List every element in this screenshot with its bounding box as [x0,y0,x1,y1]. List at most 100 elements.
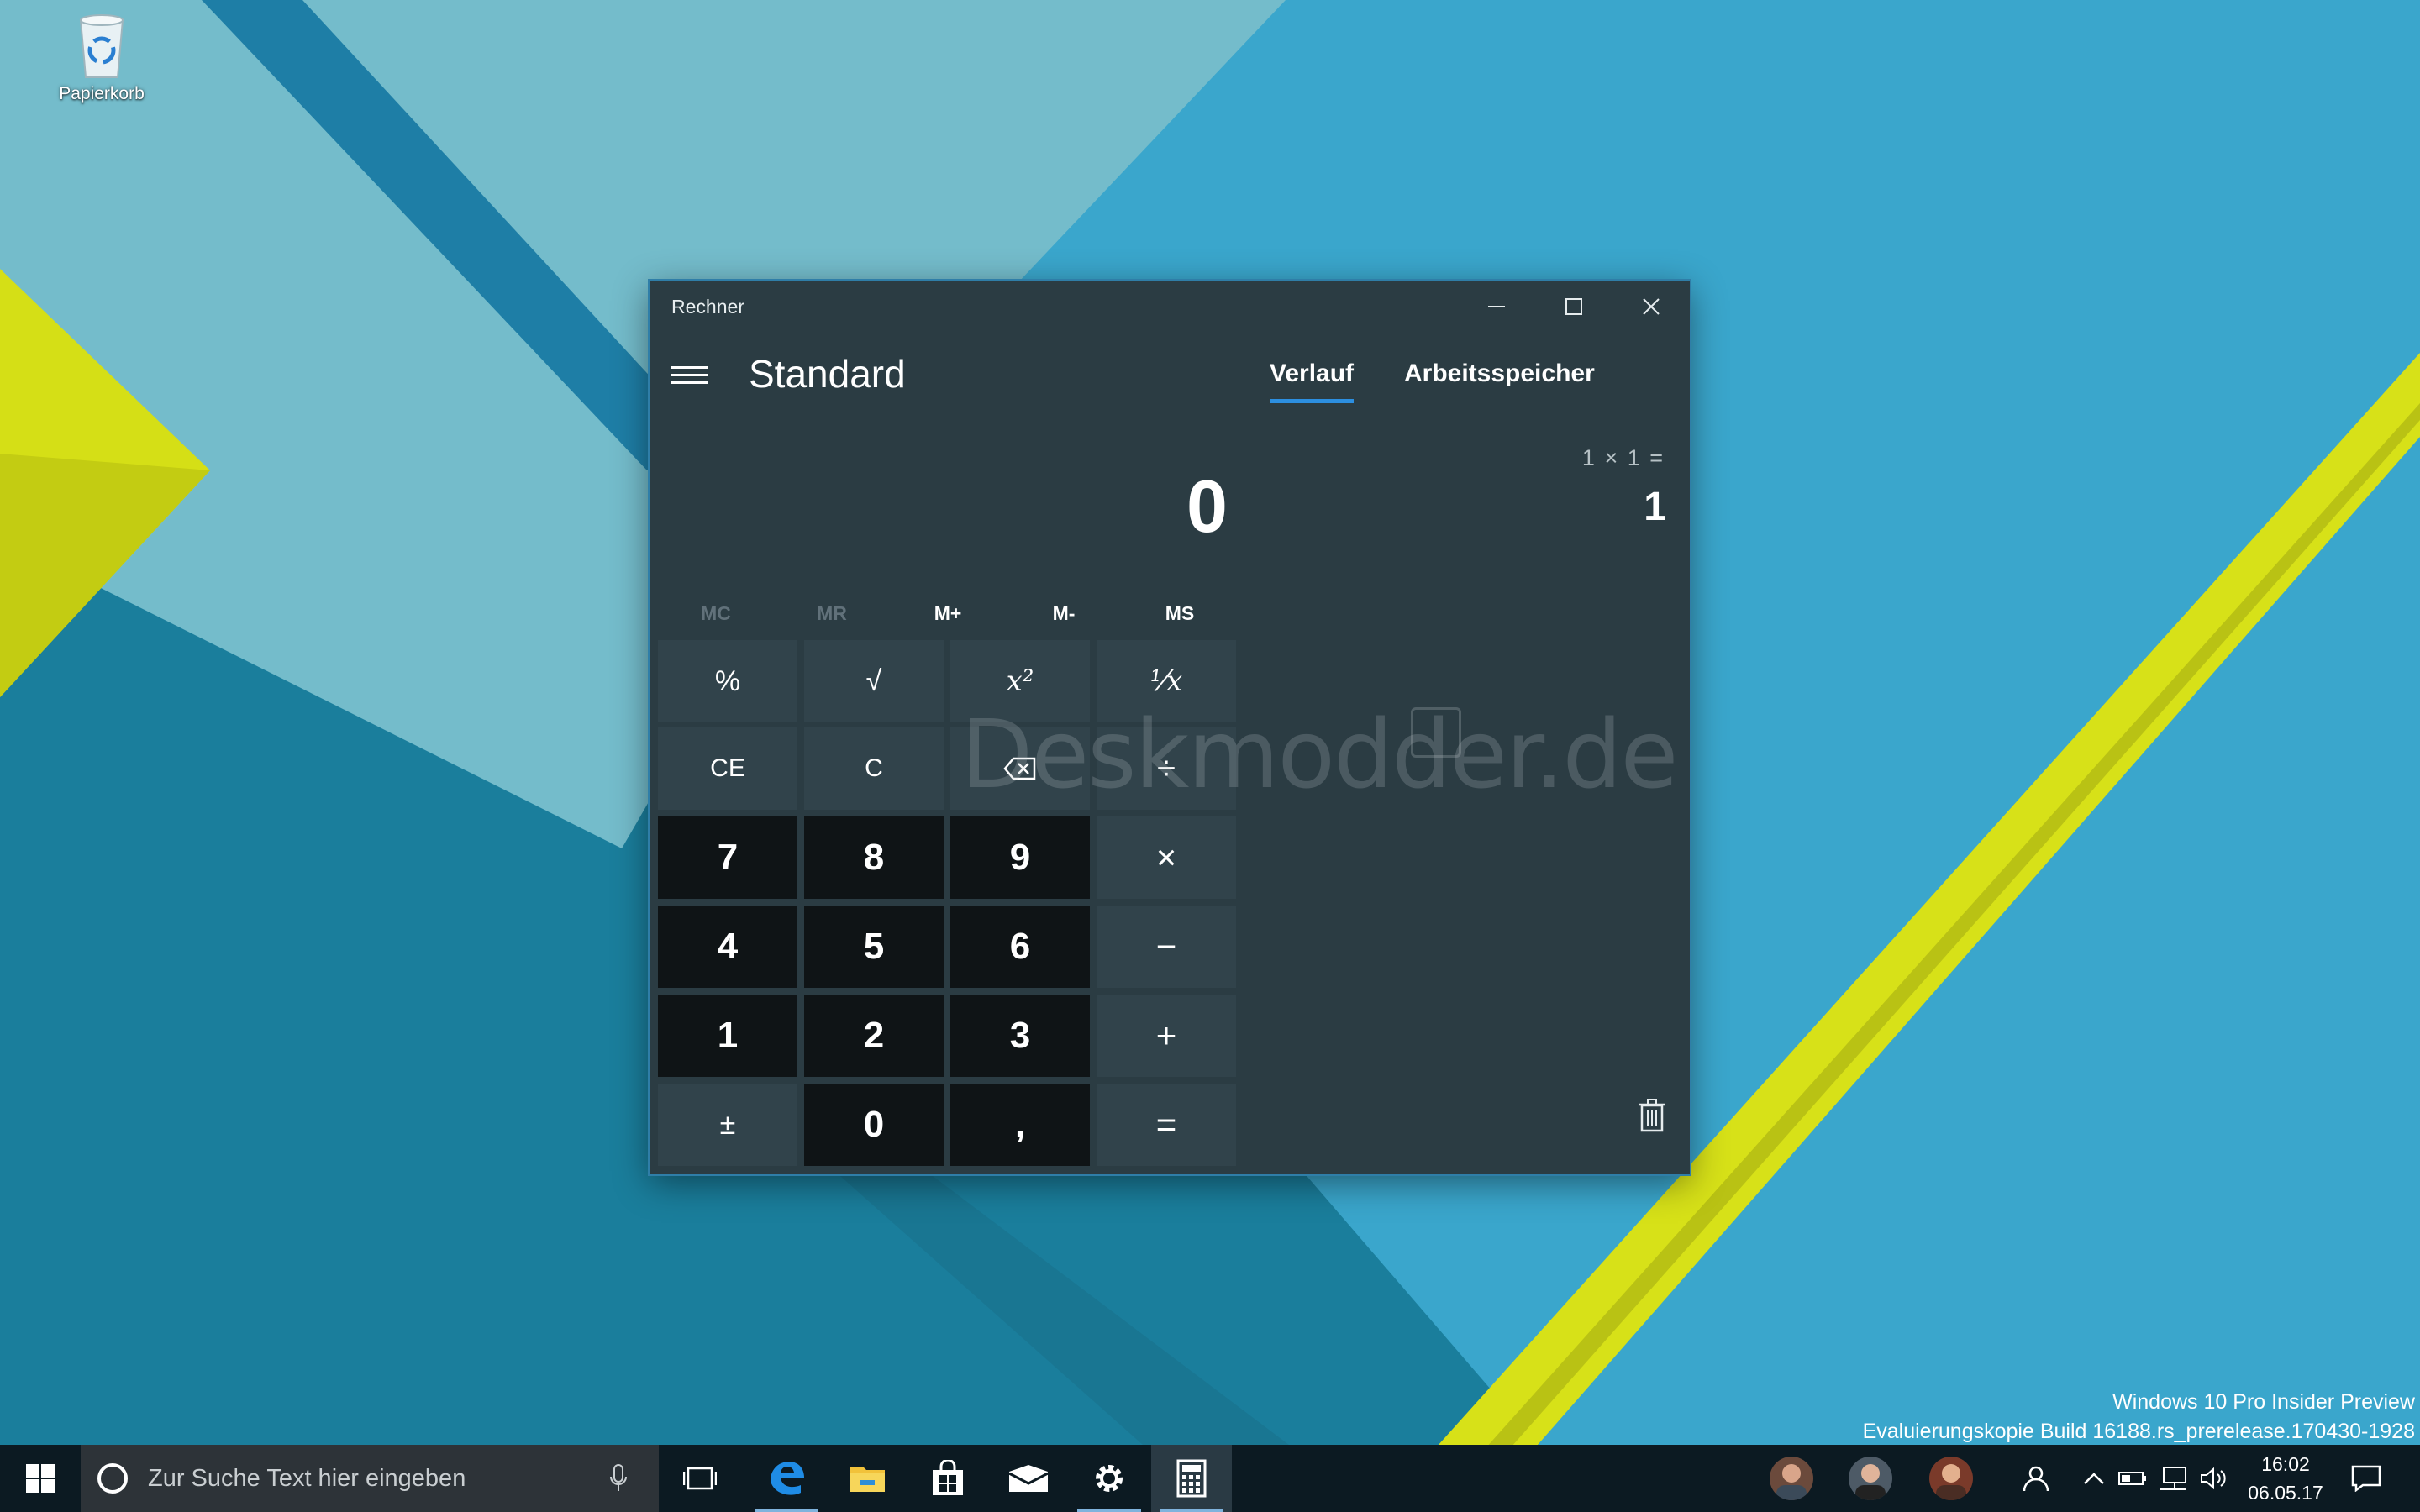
recycle-bin-label: Papierkorb [59,84,145,103]
decimal-separator-button[interactable]: , [950,1084,1090,1166]
chevron-up-icon [2084,1473,2104,1484]
battery-icon [2118,1472,2146,1485]
windows-logo-icon [26,1464,55,1493]
contact-avatar[interactable] [1929,1457,1973,1500]
digit-0-button[interactable]: 0 [804,1084,944,1166]
hamburger-icon [671,366,708,369]
mail-icon [1008,1465,1049,1492]
running-indicator [1160,1509,1223,1512]
result-display: 0 [1186,465,1228,548]
close-button[interactable] [1612,281,1690,333]
search-box[interactable]: Zur Suche Text hier eingeben [81,1445,659,1512]
search-placeholder: Zur Suche Text hier eingeben [148,1465,466,1492]
person-icon [1936,1464,1966,1500]
speaker-icon [2201,1467,2226,1490]
task-view-button[interactable] [664,1445,736,1512]
folder-icon [850,1467,885,1492]
backspace-button[interactable] [950,727,1090,810]
hamburger-line [671,381,708,384]
taskbar-edge[interactable] [746,1445,827,1512]
memory-row: MC MR M+ M- MS [658,588,1238,638]
volume-control[interactable] [2195,1445,2233,1512]
maximize-icon [1565,298,1582,315]
digit-6-button[interactable]: 6 [950,906,1090,988]
store-bag-icon [933,1460,963,1495]
taskbar-settings[interactable] [1069,1445,1150,1512]
network-status[interactable] [2154,1445,2191,1512]
subtract-button[interactable]: − [1097,906,1236,988]
person-icon [1855,1464,1886,1500]
digit-7-button[interactable]: 7 [658,816,797,899]
title-bar[interactable]: Rechner [650,281,1690,333]
clear-entry-button[interactable]: CE [658,727,797,810]
clear-button[interactable]: C [804,727,944,810]
calculator-window: Rechner Standard Verlauf Arbeitsspeicher… [650,281,1690,1174]
person-icon [1776,1464,1807,1500]
digit-2-button[interactable]: 2 [804,995,944,1077]
digit-1-button[interactable]: 1 [658,995,797,1077]
close-icon [1643,298,1660,315]
recycle-bin-icon [79,14,124,78]
microphone-icon[interactable] [608,1463,629,1494]
multiply-button[interactable]: × [1097,816,1236,899]
memory-store-button[interactable]: MS [1122,588,1238,638]
square-button[interactable]: x² [950,640,1090,722]
taskbar: Zur Suche Text hier eingeben 16:02 06.05… [0,1445,2420,1512]
digit-4-button[interactable]: 4 [658,906,797,988]
contact-avatar[interactable] [1849,1457,1892,1500]
taskbar-store[interactable] [908,1445,988,1512]
taskbar-mail[interactable] [988,1445,1069,1512]
taskbar-calculator[interactable] [1151,1445,1232,1512]
minimize-button[interactable] [1458,281,1535,333]
hamburger-line [671,374,708,376]
percent-button[interactable]: % [658,640,797,722]
taskbar-file-explorer[interactable] [827,1445,908,1512]
trash-icon [1639,1099,1665,1132]
memory-recall-button[interactable]: MR [774,588,890,638]
build-watermark: Windows 10 Pro Insider Preview Evaluieru… [1863,1388,2415,1446]
navigation-menu-button[interactable] [671,361,708,391]
taskbar-clock[interactable]: 16:02 06.05.17 [2238,1450,2333,1507]
calculator-mode-title: Standard [749,352,906,396]
watermark-pen-icon [1411,707,1461,758]
divide-button[interactable]: ÷ [1097,727,1236,810]
clock-time: 16:02 [2261,1453,2310,1475]
people-button[interactable] [2010,1445,2060,1512]
minimize-icon [1488,306,1505,307]
network-icon [2160,1467,2186,1490]
digit-5-button[interactable]: 5 [804,906,944,988]
build-edition: Windows 10 Pro Insider Preview [2112,1390,2415,1414]
equals-button[interactable]: = [1097,1084,1236,1166]
clock-date: 06.05.17 [2248,1482,2323,1504]
clear-history-button[interactable] [1638,1098,1666,1137]
task-view-icon [683,1467,717,1490]
people-icon [2023,1466,2049,1492]
cortana-icon [97,1463,128,1494]
history-expression[interactable]: 1 × 1 = [1582,445,1665,471]
running-indicator [755,1509,818,1512]
digit-8-button[interactable]: 8 [804,816,944,899]
maximize-button[interactable] [1535,281,1612,333]
digit-9-button[interactable]: 9 [950,816,1090,899]
action-center-button[interactable] [2341,1445,2391,1512]
contact-avatar[interactable] [1770,1457,1813,1500]
reciprocal-button[interactable]: ¹⁄x [1097,640,1236,722]
edge-browser-icon [771,1462,804,1495]
calculator-icon [1176,1459,1207,1498]
digit-3-button[interactable]: 3 [950,995,1090,1077]
show-hidden-icons-button[interactable] [2070,1445,2118,1512]
tab-memory[interactable]: Arbeitsspeicher [1404,360,1595,388]
negate-button[interactable]: ± [658,1084,797,1166]
window-title: Rechner [671,296,744,318]
memory-clear-button[interactable]: MC [658,588,774,638]
tab-history[interactable]: Verlauf [1270,360,1355,403]
memory-add-button[interactable]: M+ [890,588,1006,638]
memory-subtract-button[interactable]: M- [1006,588,1122,638]
recycle-bin-shortcut[interactable]: Papierkorb [39,10,165,104]
start-button[interactable] [0,1445,81,1512]
battery-status[interactable] [2114,1445,2151,1512]
add-button[interactable]: + [1097,995,1236,1077]
history-result[interactable]: 1 [1644,484,1666,530]
square-root-button[interactable]: √ [804,640,944,722]
running-indicator [1077,1509,1141,1512]
